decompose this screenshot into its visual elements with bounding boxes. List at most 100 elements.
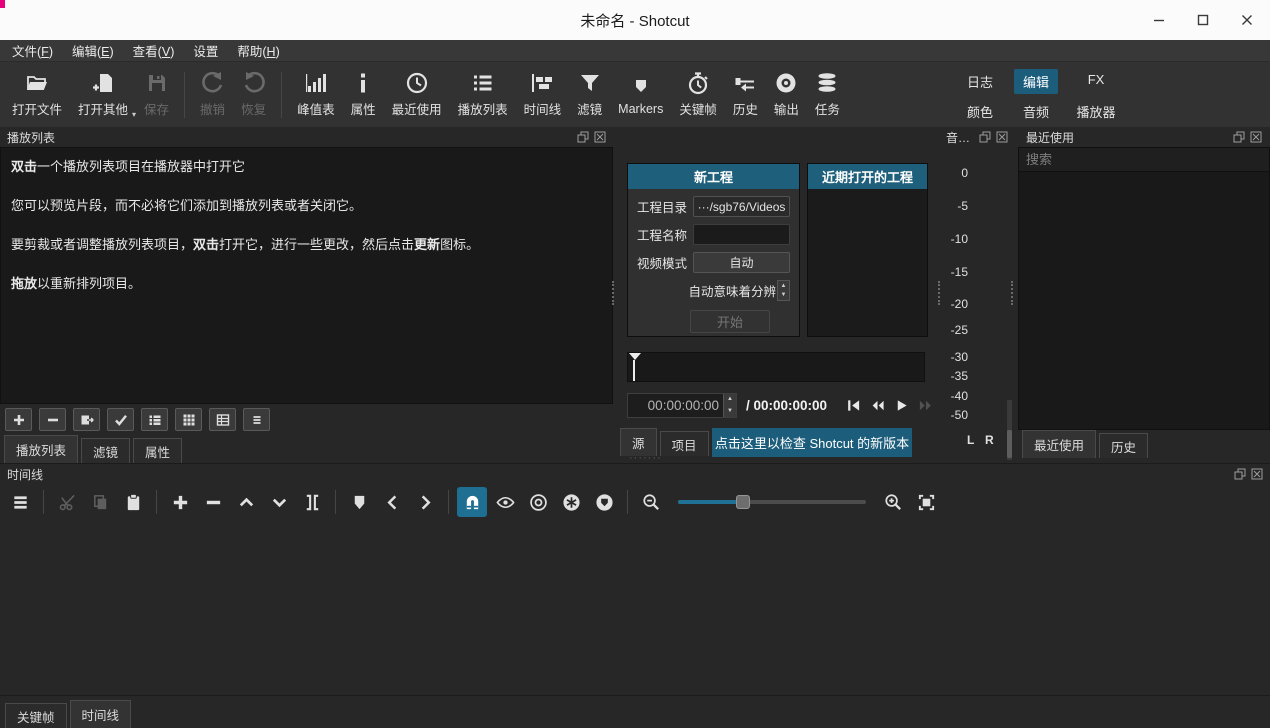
minimize-button[interactable] [1144,5,1174,35]
scrub-bar[interactable] [627,352,925,382]
slider-track[interactable] [678,500,866,504]
history-tab[interactable]: 历史 [1099,433,1148,458]
timecode-spin-arrows[interactable]: ▲▼ [723,394,736,417]
splitter-handle[interactable] [1011,281,1013,305]
copy-button[interactable] [85,487,115,517]
layout-color-button[interactable]: 颜色 [958,99,1002,124]
open-clip-button[interactable] [73,408,100,431]
layout-audio-button[interactable]: 音频 [1014,99,1058,124]
open-file-button[interactable]: 打开文件 [4,66,70,123]
remove-button[interactable] [39,408,66,431]
save-button[interactable]: 保存 [136,66,177,123]
zoom-fit-button[interactable] [911,487,941,517]
split-button[interactable] [297,487,327,517]
open-other-button[interactable]: 打开其他 ▾ [70,66,136,123]
view-details-button[interactable] [141,408,168,431]
jobs-button[interactable]: 任务 [807,66,848,123]
layout-fx-button[interactable]: FX [1079,69,1114,94]
menu-help[interactable]: 帮助(H) [237,41,279,60]
float-panel-icon[interactable] [577,131,589,143]
recent-tab[interactable]: 最近使用 [1022,430,1096,458]
close-panel-icon[interactable] [996,131,1008,143]
view-icons-button[interactable] [209,408,236,431]
float-panel-icon[interactable] [1233,131,1245,143]
fast-forward-button[interactable] [918,398,933,413]
project-tab[interactable]: 项目 [660,431,709,456]
rewind-button[interactable] [870,398,885,413]
update-button[interactable] [107,408,134,431]
upgrade-button[interactable]: 点击这里以检查 Shotcut 的新版本 [712,428,912,457]
spin-down-icon[interactable]: ▼ [724,405,736,417]
peak-meter-button[interactable]: 峰值表 [289,66,343,123]
maximize-button[interactable] [1188,5,1218,35]
scrollbar-thumb[interactable] [1007,430,1012,458]
filters-button[interactable]: 滤镜 [569,66,610,123]
add-button[interactable] [5,408,32,431]
timeline-tracks-area[interactable] [0,521,1270,696]
scrub-while-dragging-button[interactable] [490,487,520,517]
previous-marker-button[interactable] [377,487,407,517]
recent-list[interactable] [1018,172,1270,430]
zoom-in-button[interactable] [878,487,908,517]
video-mode-button[interactable]: 自动 [693,252,790,273]
timeline-tab[interactable]: 时间线 [70,700,132,728]
view-tiles-button[interactable] [175,408,202,431]
project-name-input[interactable] [693,224,790,245]
filters-tab[interactable]: 滤镜 [81,438,130,463]
snap-button[interactable] [457,487,487,517]
timeline-button[interactable]: 时间线 [516,66,570,123]
slider-handle[interactable] [736,495,750,509]
float-panel-icon[interactable] [1234,468,1246,480]
menu-settings[interactable]: 设置 [193,41,218,60]
float-panel-icon[interactable] [979,131,991,143]
recent-projects-list[interactable] [808,189,927,337]
keyframes-tab[interactable]: 关键帧 [5,703,67,728]
playlist-tab[interactable]: 播放列表 [4,435,78,463]
layout-player-button[interactable]: 播放器 [1067,99,1124,124]
zoom-out-button[interactable] [636,487,666,517]
spin-down-icon[interactable]: ▼ [778,291,789,301]
close-panel-icon[interactable] [594,131,606,143]
keyframes-button[interactable]: 关键帧 [671,66,725,123]
layout-logging-button[interactable]: 日志 [958,69,1002,94]
skip-start-button[interactable] [846,398,861,413]
menu-file[interactable]: 文件(F) [12,41,53,60]
layout-editing-button[interactable]: 编辑 [1014,69,1058,94]
undo-button[interactable]: 撤销 [192,66,233,123]
spin-up-icon[interactable]: ▲ [778,281,789,291]
markers-button[interactable]: Markers [610,69,671,121]
ripple-all-tracks-button[interactable] [556,487,586,517]
splitter-handle[interactable] [938,281,940,305]
paste-button[interactable] [118,487,148,517]
history-button[interactable]: 历史 [725,66,766,123]
close-button[interactable] [1232,5,1262,35]
project-dir-button[interactable]: ···/sgb76/Videos [693,196,790,217]
properties-tab[interactable]: 属性 [133,438,182,463]
play-button[interactable] [894,398,909,413]
recent-button[interactable]: 最近使用 [384,66,450,123]
splitter-handle[interactable] [612,281,614,305]
playhead-icon[interactable] [629,353,641,366]
overwrite-button[interactable] [264,487,294,517]
start-button[interactable]: 开始 [690,310,770,333]
timeline-zoom-slider[interactable] [678,487,866,517]
timeline-menu-button[interactable] [5,487,35,517]
menu-view[interactable]: 查看(V) [133,41,175,60]
close-panel-icon[interactable] [1251,468,1263,480]
redo-button[interactable]: 恢复 [233,66,274,123]
spin-up-icon[interactable]: ▲ [724,394,736,406]
close-panel-icon[interactable] [1250,131,1262,143]
menu-edit[interactable]: 编辑(E) [72,41,114,60]
ripple-delete-button[interactable] [198,487,228,517]
auto-note-spinner[interactable]: ▲▼ [777,280,790,301]
timecode-spinner[interactable]: ▲▼ [627,393,737,418]
ripple-button[interactable] [523,487,553,517]
export-button[interactable]: 输出 [766,66,807,123]
search-input[interactable] [1018,147,1270,172]
lift-button[interactable] [231,487,261,517]
meter-scrollbar[interactable] [1007,400,1012,460]
timecode-input[interactable] [628,394,723,417]
ripple-markers-button[interactable] [589,487,619,517]
playlist-button[interactable]: 播放列表 [450,66,516,123]
append-button[interactable] [165,487,195,517]
